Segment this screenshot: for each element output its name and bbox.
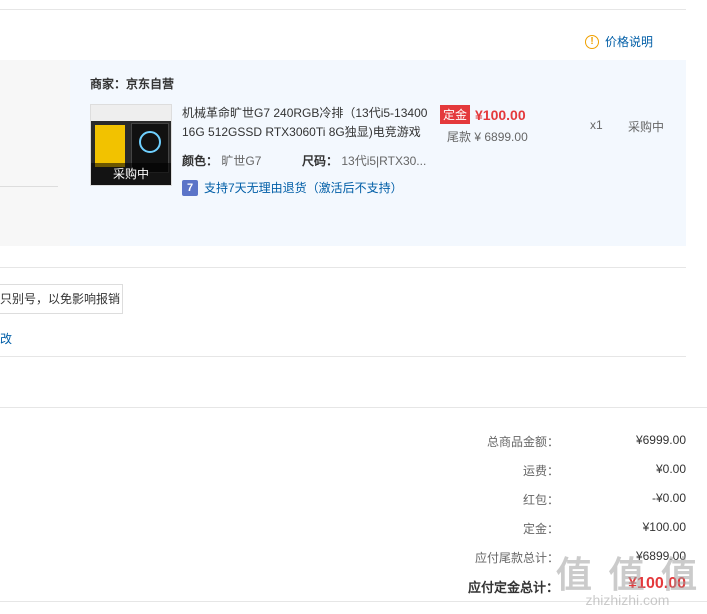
tail-amount: 6899.00 bbox=[484, 130, 528, 144]
section-divider-1 bbox=[0, 267, 686, 268]
section-divider-2 bbox=[0, 356, 686, 357]
price-note-label: 价格说明 bbox=[605, 35, 654, 49]
size-value: 13代i5|RTX30... bbox=[341, 154, 427, 168]
top-divider bbox=[0, 9, 686, 10]
summary-label-tail: 应付尾款总计： bbox=[474, 551, 559, 565]
seller-label: 商家： bbox=[90, 77, 127, 91]
product-size: 尺码： 13代i5|RTX30... bbox=[302, 152, 426, 169]
edit-link[interactable]: 改 bbox=[0, 330, 12, 347]
site-watermark: 值 值 值 zhizhizhi.com bbox=[556, 546, 699, 608]
product-status: 采购中 bbox=[628, 120, 665, 134]
price-note-link[interactable]: ! 价格说明 bbox=[585, 33, 653, 50]
address-panel-remnant bbox=[0, 60, 70, 246]
tail-label: 尾款 ¥ bbox=[447, 130, 482, 144]
left-panel-divider bbox=[0, 186, 58, 187]
color-label: 颜色： bbox=[182, 154, 219, 168]
seven-day-return-icon: 7 bbox=[182, 179, 198, 196]
summary-label-freight: 运费： bbox=[522, 464, 559, 478]
invoice-tip: 只别号，以免影响报销 bbox=[0, 284, 123, 314]
watermark-logo: 值 值 值 bbox=[555, 555, 699, 596]
tail-price: 尾款 ¥ 6899.00 bbox=[447, 128, 528, 145]
summary-value-freight: ¥0.00 bbox=[655, 462, 686, 476]
summary-value-deposit: ¥100.00 bbox=[642, 520, 686, 534]
summary-total-label: 应付定金总计： bbox=[467, 580, 559, 595]
thumb-banner bbox=[95, 125, 125, 167]
summary-value-goods: ¥6999.00 bbox=[635, 433, 686, 447]
product-title[interactable]: 机械革命旷世G7 240RGB冷排（13代i5-13400 16G 512GSS… bbox=[182, 104, 432, 142]
deposit-tag: 定金 bbox=[440, 105, 471, 124]
deposit-amount: ¥100.00 bbox=[475, 106, 526, 123]
deposit-price: 定金 ¥100.00 bbox=[440, 105, 526, 124]
section-divider-3 bbox=[0, 407, 707, 408]
seller-info: 商家：京东自营 bbox=[90, 75, 174, 92]
summary-label-goods: 总商品金额： bbox=[486, 435, 559, 449]
color-value: 旷世G7 bbox=[221, 154, 262, 168]
service-text: 支持7天无理由退货（激活后不支持） bbox=[204, 181, 403, 195]
exclamation-circle-icon: ! bbox=[585, 34, 599, 49]
product-quantity: x1 bbox=[590, 118, 603, 132]
size-label: 尺码： bbox=[302, 154, 339, 168]
product-thumbnail[interactable]: 采购中 bbox=[90, 104, 172, 186]
summary-label-deposit: 定金： bbox=[522, 522, 559, 536]
thumb-header bbox=[91, 105, 171, 121]
summary-label-redpacket: 红包： bbox=[522, 493, 559, 507]
thumb-fan bbox=[139, 131, 161, 153]
return-service-link[interactable]: 7 支持7天无理由退货（激活后不支持） bbox=[182, 179, 403, 196]
summary-value-redpacket: -¥0.00 bbox=[651, 491, 686, 505]
thumb-overlay: 采购中 bbox=[91, 163, 171, 185]
product-color: 颜色： 旷世G7 bbox=[182, 152, 261, 169]
seller-name: 京东自营 bbox=[126, 77, 175, 91]
